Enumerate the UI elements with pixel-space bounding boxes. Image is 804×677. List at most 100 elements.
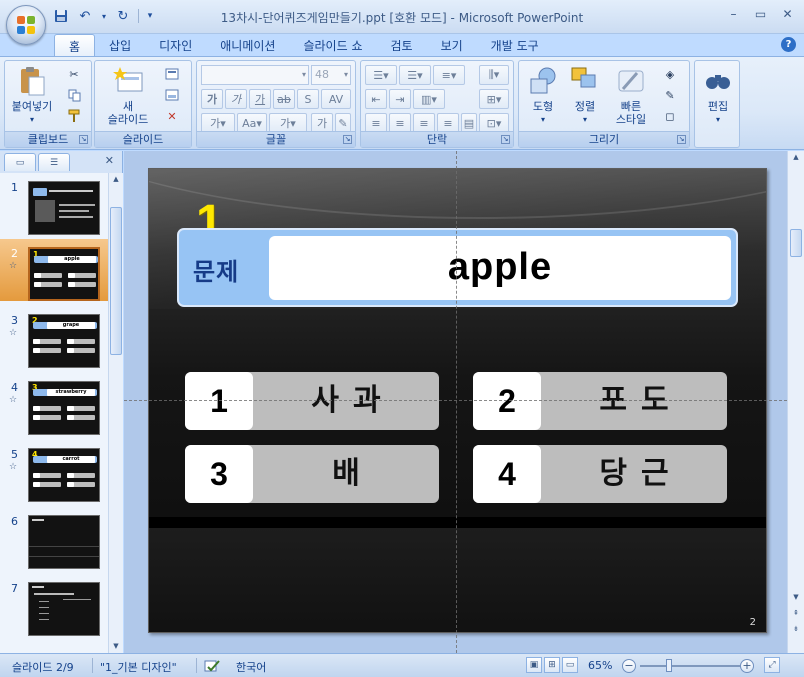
outline-tab-icon[interactable]: ☰ — [38, 153, 70, 171]
grow-font-button[interactable]: 가 — [311, 113, 333, 133]
decrease-indent-button[interactable]: ⇤ — [365, 89, 387, 109]
zoom-in-icon[interactable]: + — [740, 659, 754, 673]
answer-option-3[interactable]: 3 배 — [185, 445, 439, 503]
language[interactable]: 한국어 — [236, 659, 266, 675]
case-button[interactable]: 가▾ — [201, 113, 235, 133]
scrollbar-thumb[interactable] — [110, 207, 122, 355]
delete-slide-icon[interactable]: ✕ — [161, 107, 183, 125]
spellcheck-icon[interactable] — [204, 659, 220, 676]
pane-close-icon[interactable]: ✕ — [105, 154, 114, 167]
format-painter-icon[interactable] — [63, 107, 85, 125]
tab-home[interactable]: 홈 — [54, 34, 96, 56]
office-button[interactable] — [6, 5, 46, 45]
question-banner[interactable]: 문제 apple — [177, 228, 738, 307]
slide-sorter-icon[interactable]: ⊞ — [544, 657, 560, 673]
quick-styles-button[interactable]: 빠른 스타일 — [607, 65, 655, 126]
normal-view-icon[interactable]: ▣ — [526, 657, 542, 673]
question-word-box[interactable]: apple — [269, 236, 731, 300]
answer-option-1[interactable]: 1 사과 — [185, 372, 439, 430]
answer-option-4[interactable]: 4 당근 — [473, 445, 727, 503]
paste-button[interactable]: 붙여넣기 ▾ — [11, 65, 53, 126]
columns-button[interactable]: ▥▾ — [413, 89, 445, 109]
drawing-launcher-icon[interactable]: ↘ — [677, 135, 686, 144]
zoom-slider-knob[interactable] — [666, 659, 672, 672]
zoom-level[interactable]: 65% — [588, 659, 612, 672]
slide-thumbnail-3[interactable]: 3 ☆ 2 grape — [0, 306, 108, 368]
editing-button[interactable]: 편집 ▾ — [699, 65, 737, 126]
slide-thumbnail-5[interactable]: 5 ☆ 4 carrot — [0, 440, 108, 502]
shape-outline-icon[interactable]: ✎ — [659, 86, 681, 104]
align-left-button[interactable]: ≡ — [365, 113, 387, 133]
slide-thumbnail-4[interactable]: 4 ☆ 3 strawberry — [0, 373, 108, 435]
tab-review[interactable]: 검토 — [376, 34, 426, 56]
thumbnail-scrollbar[interactable]: ▲ ▼ — [108, 173, 123, 653]
slide-thumbnail-7[interactable]: 7 — [0, 574, 108, 636]
zoom-out-icon[interactable]: − — [622, 659, 636, 673]
tab-developer[interactable]: 개발 도구 — [477, 34, 553, 56]
tab-insert[interactable]: 삽입 — [95, 34, 145, 56]
shapes-button[interactable]: 도형 ▾ — [523, 65, 563, 126]
font-size-combo[interactable]: 48 ▾ — [311, 65, 351, 85]
scroll-up-icon[interactable]: ▲ — [110, 173, 122, 186]
answer-option-2[interactable]: 2 포도 — [473, 372, 727, 430]
align-text-button[interactable]: ⊞▾ — [479, 89, 509, 109]
align-right-button[interactable]: ≡ — [413, 113, 435, 133]
strikethrough-button[interactable]: ab — [273, 89, 295, 109]
theme-name[interactable]: "1_기본 디자인" — [100, 659, 177, 675]
paste-dropdown-icon: ▾ — [29, 115, 34, 124]
minimize-icon[interactable]: – — [721, 4, 746, 24]
slideshow-view-icon[interactable]: ▭ — [562, 657, 578, 673]
bullets-button[interactable]: ☰▾ — [365, 65, 397, 85]
vertical-guide[interactable] — [456, 151, 457, 653]
shape-fill-icon[interactable]: ◈ — [659, 65, 681, 83]
paragraph-launcher-icon[interactable]: ↘ — [501, 135, 510, 144]
justify-button[interactable]: ≡ — [437, 113, 459, 133]
close-icon[interactable]: ✕ — [775, 4, 800, 24]
change-case-button[interactable]: Aa▾ — [237, 113, 267, 133]
new-slide-button[interactable]: 새 슬라이드 — [99, 65, 157, 126]
increase-indent-button[interactable]: ⇥ — [389, 89, 411, 109]
shadow-button[interactable]: S — [297, 89, 319, 109]
arrange-button[interactable]: 정렬 ▾ — [565, 65, 605, 126]
italic-button[interactable]: 가 — [225, 89, 247, 109]
scroll-down-icon[interactable]: ▼ — [790, 591, 802, 604]
editor-vertical-scrollbar[interactable]: ▲ ▼ ⇞ ⇟ — [787, 151, 804, 653]
clipboard-launcher-icon[interactable]: ↘ — [79, 135, 88, 144]
smartart-button[interactable]: ⊡▾ — [479, 113, 509, 133]
cut-icon[interactable]: ✂ — [63, 65, 85, 83]
underline-button[interactable]: 가 — [249, 89, 271, 109]
align-center-button[interactable]: ≡ — [389, 113, 411, 133]
next-slide-icon[interactable]: ⇟ — [790, 623, 802, 636]
slide-thumbnail-6[interactable]: 6 — [0, 507, 108, 569]
horizontal-guide[interactable] — [124, 400, 787, 401]
font-color-button[interactable]: 가▾ — [269, 113, 307, 133]
clear-format-button[interactable]: ✎ — [335, 113, 351, 133]
shape-effects-icon[interactable]: ◻ — [659, 107, 681, 125]
scroll-down-icon[interactable]: ▼ — [110, 640, 122, 653]
numbering-button[interactable]: ☰▾ — [399, 65, 431, 85]
maximize-icon[interactable]: ▭ — [748, 4, 773, 24]
font-name-combo[interactable]: ▾ — [201, 65, 309, 85]
text-direction-button[interactable]: ⫼▾ — [479, 65, 509, 85]
slides-tab-icon[interactable]: ▭ — [4, 153, 36, 171]
slide-thumbnail-1[interactable]: 1 — [0, 173, 108, 235]
copy-icon[interactable] — [63, 86, 85, 104]
tab-slideshow[interactable]: 슬라이드 쇼 — [289, 34, 376, 56]
layout-icon[interactable] — [161, 65, 183, 83]
fit-to-window-icon[interactable]: ⤢ — [764, 657, 780, 673]
zoom-slider-track[interactable] — [640, 665, 740, 667]
slide-thumbnail-2[interactable]: 2 ☆ 1 apple — [0, 239, 108, 301]
scrollbar-thumb[interactable] — [790, 229, 802, 257]
reset-slide-icon[interactable] — [161, 86, 183, 104]
bold-button[interactable]: 가 — [201, 89, 223, 109]
font-launcher-icon[interactable]: ↘ — [343, 135, 352, 144]
tab-view[interactable]: 보기 — [427, 34, 477, 56]
char-spacing-button[interactable]: AV — [321, 89, 351, 109]
line-spacing-button[interactable]: ≡▾ — [433, 65, 465, 85]
previous-slide-icon[interactable]: ⇞ — [790, 607, 802, 620]
help-icon[interactable]: ? — [781, 37, 796, 52]
tab-animations[interactable]: 애니메이션 — [206, 34, 289, 56]
scroll-up-icon[interactable]: ▲ — [790, 151, 802, 164]
tab-design[interactable]: 디자인 — [145, 34, 206, 56]
distributed-button[interactable]: ▤ — [461, 113, 477, 133]
